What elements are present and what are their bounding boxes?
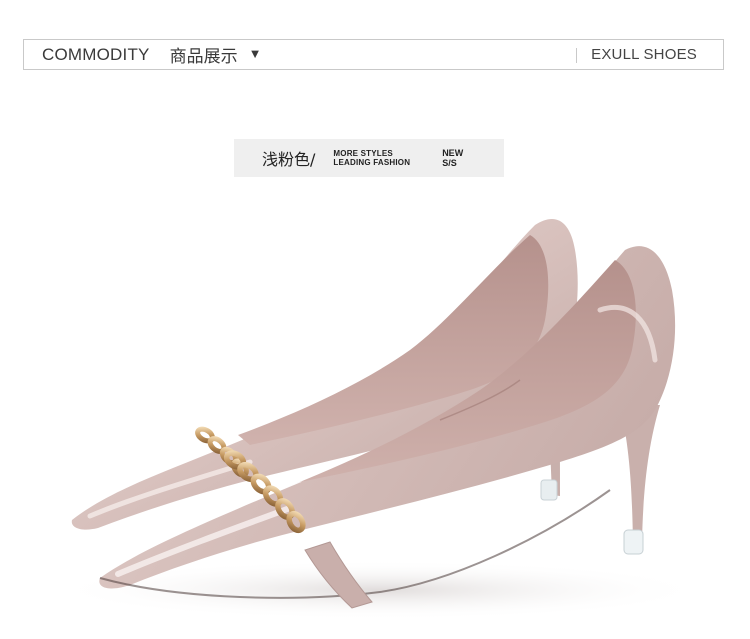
color-name: 浅粉色/	[262, 150, 316, 169]
color-tag: 浅粉色/ MORE STYLES LEADING FASHION NEW S/S	[234, 139, 504, 177]
section-title-en: COMMODITY	[42, 44, 150, 64]
header-left: COMMODITY 商品展示 ▼	[24, 40, 261, 69]
season-line-2: S/S	[442, 158, 457, 168]
season-badge: NEW S/S	[442, 148, 463, 168]
header-divider	[576, 48, 577, 63]
season-line-1: NEW	[442, 148, 464, 158]
back-heel-tip	[540, 479, 558, 501]
slogan-line-2: LEADING FASHION	[333, 158, 411, 167]
section-header: COMMODITY 商品展示 ▼ EXULL SHOES	[23, 39, 724, 70]
section-title-cn: 商品展示	[169, 47, 238, 67]
front-heel-tip	[623, 529, 644, 555]
slogan: MORE STYLES LEADING FASHION	[333, 149, 410, 167]
brand-name: EXULL SHOES	[591, 46, 697, 63]
caret-down-icon: ▼	[248, 46, 262, 61]
pointed-toe-pump-shoes-image	[50, 218, 710, 620]
slogan-line-1: MORE STYLES	[333, 149, 393, 158]
